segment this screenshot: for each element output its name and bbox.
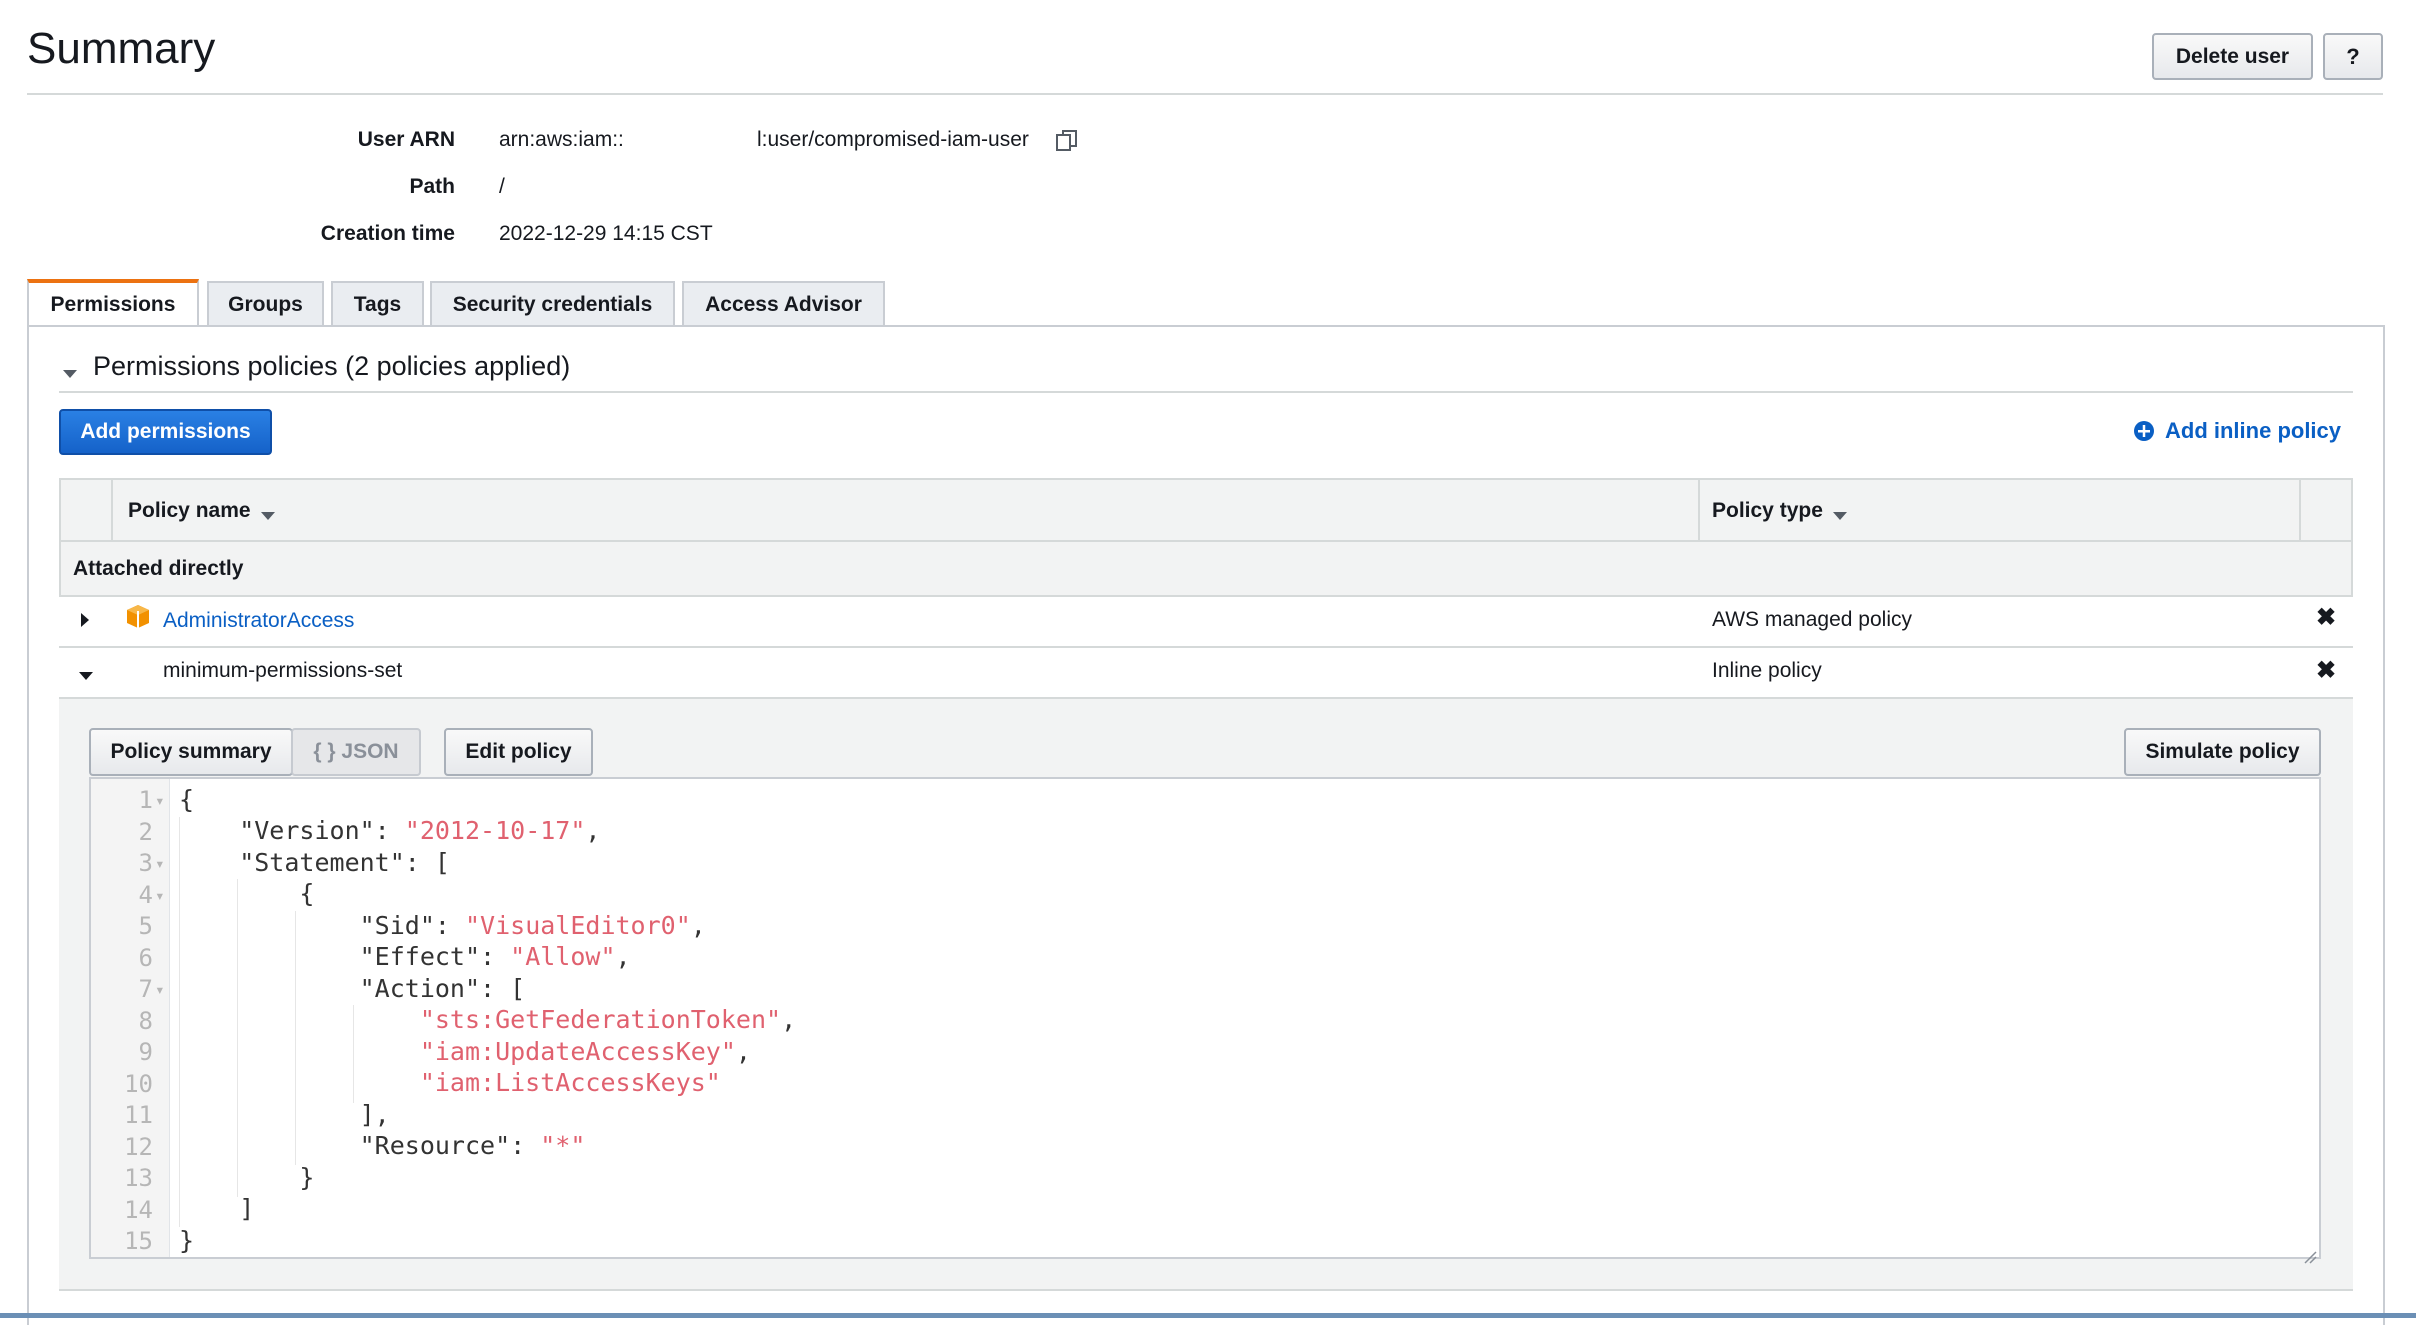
policy-summary-button[interactable]: Policy summary — [89, 728, 293, 776]
window-bottom-border — [0, 1313, 2416, 1318]
line-number: 2 — [138, 818, 153, 846]
line-number: 12 — [124, 1133, 153, 1161]
add-circle-icon — [2133, 420, 2155, 442]
edit-policy-button[interactable]: Edit policy — [444, 728, 593, 776]
code-line: "Sid": "VisualEditor0", — [179, 911, 706, 940]
creation-time-value: 2022-12-29 14:15 CST — [499, 222, 713, 245]
expand-row-toggle[interactable] — [81, 613, 89, 632]
caret-down-icon — [79, 672, 93, 680]
json-code-editor[interactable]: 1 2 3 4 5 6 7 8 9 10 11 12 13 14 15 ▾ ▾ … — [89, 777, 2321, 1264]
code-line: "Action": [ — [179, 974, 526, 1003]
permissions-section-title[interactable]: Permissions policies (2 policies applied… — [93, 351, 570, 382]
add-inline-policy-link[interactable]: Add inline policy — [2165, 418, 2341, 444]
line-number: 6 — [138, 944, 153, 972]
delete-user-button[interactable]: Delete user — [2152, 33, 2313, 80]
copy-icon[interactable] — [1054, 128, 1080, 154]
help-button[interactable]: ? — [2323, 33, 2383, 80]
sort-policy-type-icon[interactable] — [1833, 507, 1847, 525]
code-line: "Effect": "Allow", — [179, 942, 631, 971]
column-header-policy-type[interactable]: Policy type — [1712, 499, 1823, 523]
policy-name-link[interactable]: AdministratorAccess — [163, 609, 354, 633]
user-arn-value-suffix: l:user/compromised-iam-user — [757, 128, 1029, 151]
line-number: 7 — [138, 975, 153, 1003]
add-permissions-button[interactable]: Add permissions — [59, 409, 272, 455]
simulate-policy-button[interactable]: Simulate policy — [2124, 728, 2321, 776]
code-line: "Version": "2012-10-17", — [179, 816, 601, 845]
code-line: "iam:ListAccessKeys" — [419, 1068, 721, 1097]
column-divider — [111, 480, 113, 540]
caret-down-icon — [63, 370, 77, 378]
panel-bottom-divider — [59, 1289, 2353, 1291]
code-line: "sts:GetFederationToken", — [419, 1005, 797, 1034]
code-line: } — [179, 1226, 195, 1255]
group-row — [59, 542, 2353, 596]
fold-toggle-icon[interactable]: ▾ — [155, 886, 165, 905]
creation-time-label: Creation time — [320, 222, 455, 245]
tab-permissions[interactable]: Permissions — [27, 279, 199, 327]
path-value: / — [499, 175, 505, 198]
group-label: Attached directly — [73, 557, 244, 580]
column-divider — [1698, 480, 1700, 540]
policy-type-value: AWS managed policy — [1712, 608, 1912, 631]
policy-type-value: Inline policy — [1712, 659, 1822, 682]
fold-toggle-icon[interactable]: ▾ — [155, 791, 165, 810]
aws-managed-policy-icon — [125, 603, 151, 629]
policy-name-text: minimum-permissions-set — [163, 659, 403, 682]
code-line: ] — [179, 1194, 255, 1223]
column-header-policy-name[interactable]: Policy name — [128, 499, 251, 523]
close-icon[interactable]: ✖ — [2316, 603, 2336, 632]
page-title: Summary — [27, 24, 216, 73]
code-line: { — [179, 879, 315, 908]
section-divider — [59, 391, 2353, 393]
row-divider — [59, 646, 2353, 648]
line-number: 13 — [124, 1164, 153, 1192]
line-number: 9 — [138, 1038, 153, 1066]
line-number: 3 — [138, 849, 153, 877]
line-number: 14 — [124, 1196, 153, 1224]
line-number: 11 — [124, 1101, 153, 1129]
close-icon[interactable]: ✖ — [2316, 656, 2336, 685]
user-arn-value-prefix: arn:aws:iam:: — [499, 128, 624, 151]
line-number: 4 — [138, 881, 153, 909]
resize-handle-icon[interactable] — [2303, 1241, 2317, 1264]
path-label: Path — [409, 175, 455, 198]
sort-policy-name-icon[interactable] — [261, 507, 275, 525]
line-number: 15 — [124, 1227, 153, 1255]
code-line: "iam:UpdateAccessKey", — [419, 1037, 751, 1066]
tab-groups[interactable]: Groups — [207, 281, 324, 327]
caret-right-icon — [81, 613, 89, 627]
line-number: 8 — [138, 1007, 153, 1035]
line-number: 5 — [138, 912, 153, 940]
collapse-row-toggle[interactable] — [79, 667, 93, 685]
code-line: } — [179, 1163, 315, 1192]
json-view-button[interactable]: { } JSON — [291, 728, 421, 776]
tab-access-advisor[interactable]: Access Advisor — [682, 281, 885, 327]
line-number: 1 — [138, 786, 153, 814]
column-divider — [2299, 480, 2301, 540]
fold-toggle-icon[interactable]: ▾ — [155, 980, 165, 999]
code-line: "Resource": "*" — [179, 1131, 586, 1160]
fold-toggle-icon[interactable]: ▾ — [155, 854, 165, 873]
section-collapse-toggle[interactable] — [63, 365, 77, 383]
policies-table-header — [59, 478, 2353, 542]
code-line: { — [179, 785, 195, 814]
code-line: ], — [179, 1100, 390, 1129]
line-number: 10 — [124, 1070, 153, 1098]
header-divider — [27, 93, 2383, 95]
user-arn-label: User ARN — [357, 128, 455, 151]
tab-security-credentials[interactable]: Security credentials — [430, 281, 675, 327]
code-line: "Statement": [ — [179, 848, 450, 877]
row-divider — [59, 595, 2353, 597]
tab-tags[interactable]: Tags — [331, 281, 424, 327]
